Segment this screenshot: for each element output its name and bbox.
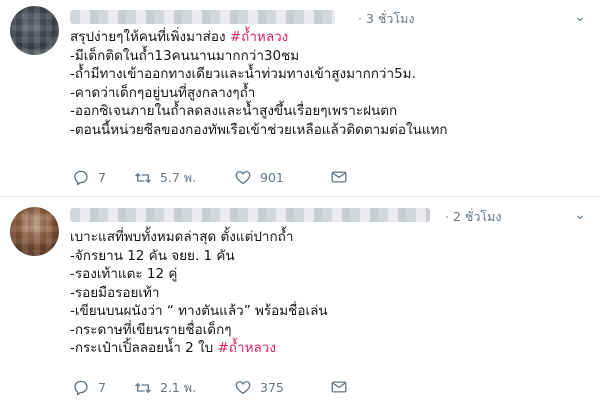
reply-icon	[74, 380, 88, 396]
reply-count: 7	[98, 169, 106, 185]
tweet-line: -กระเป๋าเปิ้ลลอยน้ำ 2 ใบ #ถ้ำหลวง	[70, 340, 276, 356]
caret-down-icon[interactable]: ⌄	[574, 9, 586, 25]
tweet-line: -ออกซิเจนภายในถ้ำลดลงและน้ำสูงขึ้นเรื่อย…	[70, 103, 398, 119]
tweet-line: -มีเด็กติดในถ้ำ13คนนานมากกว่า30ชม	[70, 47, 300, 64]
tweet[interactable]: · 3 ชั่วโมง ⌄ สรุปง่ายๆให้คนที่เพิ่งมาส่อ…	[0, 0, 600, 197]
retweet-button[interactable]: 5.7 พ.	[134, 168, 196, 188]
reply-count: 7	[98, 379, 106, 395]
caret-down-icon[interactable]: ⌄	[574, 207, 586, 223]
like-button[interactable]: 375	[234, 378, 284, 396]
tweet-line: -กระดาษที่เขียนรายชื่อเด็กๆ	[70, 321, 232, 338]
tweet-line: -จักรยาน 12 คัน จยย. 1 คัน	[70, 247, 235, 264]
tweet-text: เบาะแสที่พบทั้งหมดล่าสุด ตั้งแต่ปากถ้ำ -…	[70, 228, 580, 358]
avatar[interactable]	[10, 6, 59, 55]
blurred-user-name[interactable]	[70, 208, 430, 222]
direct-message-button[interactable]	[330, 378, 356, 396]
blurred-user-name[interactable]	[70, 10, 335, 24]
like-icon	[235, 171, 251, 185]
tweet-line: -รองเท้าแตะ 12 คู่	[70, 266, 178, 282]
tweet-line: สรุปง่ายๆให้คนที่เพิ่งมาส่อง #ถ้ำหลวง	[70, 29, 289, 45]
tweet-header: · 2 ชั่วโมง ⌄	[70, 205, 590, 225]
hashtag-link[interactable]: #ถ้ำหลวง	[230, 29, 288, 45]
tweet-actions: 7 5.7 พ. 901	[70, 168, 590, 190]
avatar[interactable]	[10, 207, 59, 256]
hashtag-link[interactable]: #ถ้ำหลวง	[218, 340, 276, 356]
tweet-line: เบาะแสที่พบทั้งหมดล่าสุด ตั้งแต่ปากถ้ำ	[70, 229, 294, 245]
direct-message-icon	[331, 381, 347, 393]
tweet-line: -ถ้ำมีทางเข้าออกทางเดียวและน้ำท่วมทางเข้…	[70, 66, 416, 82]
tweet-timestamp[interactable]: · 2 ชั่วโมง	[445, 207, 501, 227]
like-icon	[235, 381, 251, 395]
retweet-icon	[135, 172, 151, 184]
tweet-line: -คาดว่าเด็กๆอยู่บนที่สูงกลางๆถ้ำ	[70, 84, 256, 101]
like-button[interactable]: 901	[234, 168, 284, 186]
retweet-icon	[135, 382, 151, 394]
retweet-count: 5.7 พ.	[160, 170, 197, 185]
reply-icon	[74, 170, 88, 186]
tweet-line: -ตอนนี้หน่วยซีลของกองทัพเรือเข้าช่วยเหลื…	[70, 121, 448, 138]
tweet[interactable]: · 2 ชั่วโมง ⌄ เบาะแสที่พบทั้งหมดล่าสุด ตั…	[0, 197, 600, 406]
reply-button[interactable]: 7	[72, 168, 106, 186]
like-count: 901	[260, 169, 284, 185]
tweet-actions: 7 2.1 พ. 375	[70, 378, 590, 400]
tweet-line: -เขียนบนผนังว่า “ ทางตันแล้ว” พร้อมชื่อเ…	[70, 303, 328, 319]
direct-message-button[interactable]	[330, 168, 356, 186]
tweet-header: · 3 ชั่วโมง ⌄	[70, 7, 590, 27]
direct-message-icon	[331, 171, 347, 183]
reply-button[interactable]: 7	[72, 378, 106, 396]
tweet-line: -รอยมือรอยเท้า	[70, 284, 160, 301]
retweet-count: 2.1 พ.	[160, 380, 197, 395]
retweet-button[interactable]: 2.1 พ.	[134, 378, 196, 398]
like-count: 375	[260, 379, 284, 395]
tweet-text: สรุปง่ายๆให้คนที่เพิ่งมาส่อง #ถ้ำหลวง -ม…	[70, 28, 580, 139]
tweet-timestamp[interactable]: · 3 ชั่วโมง	[358, 9, 414, 29]
